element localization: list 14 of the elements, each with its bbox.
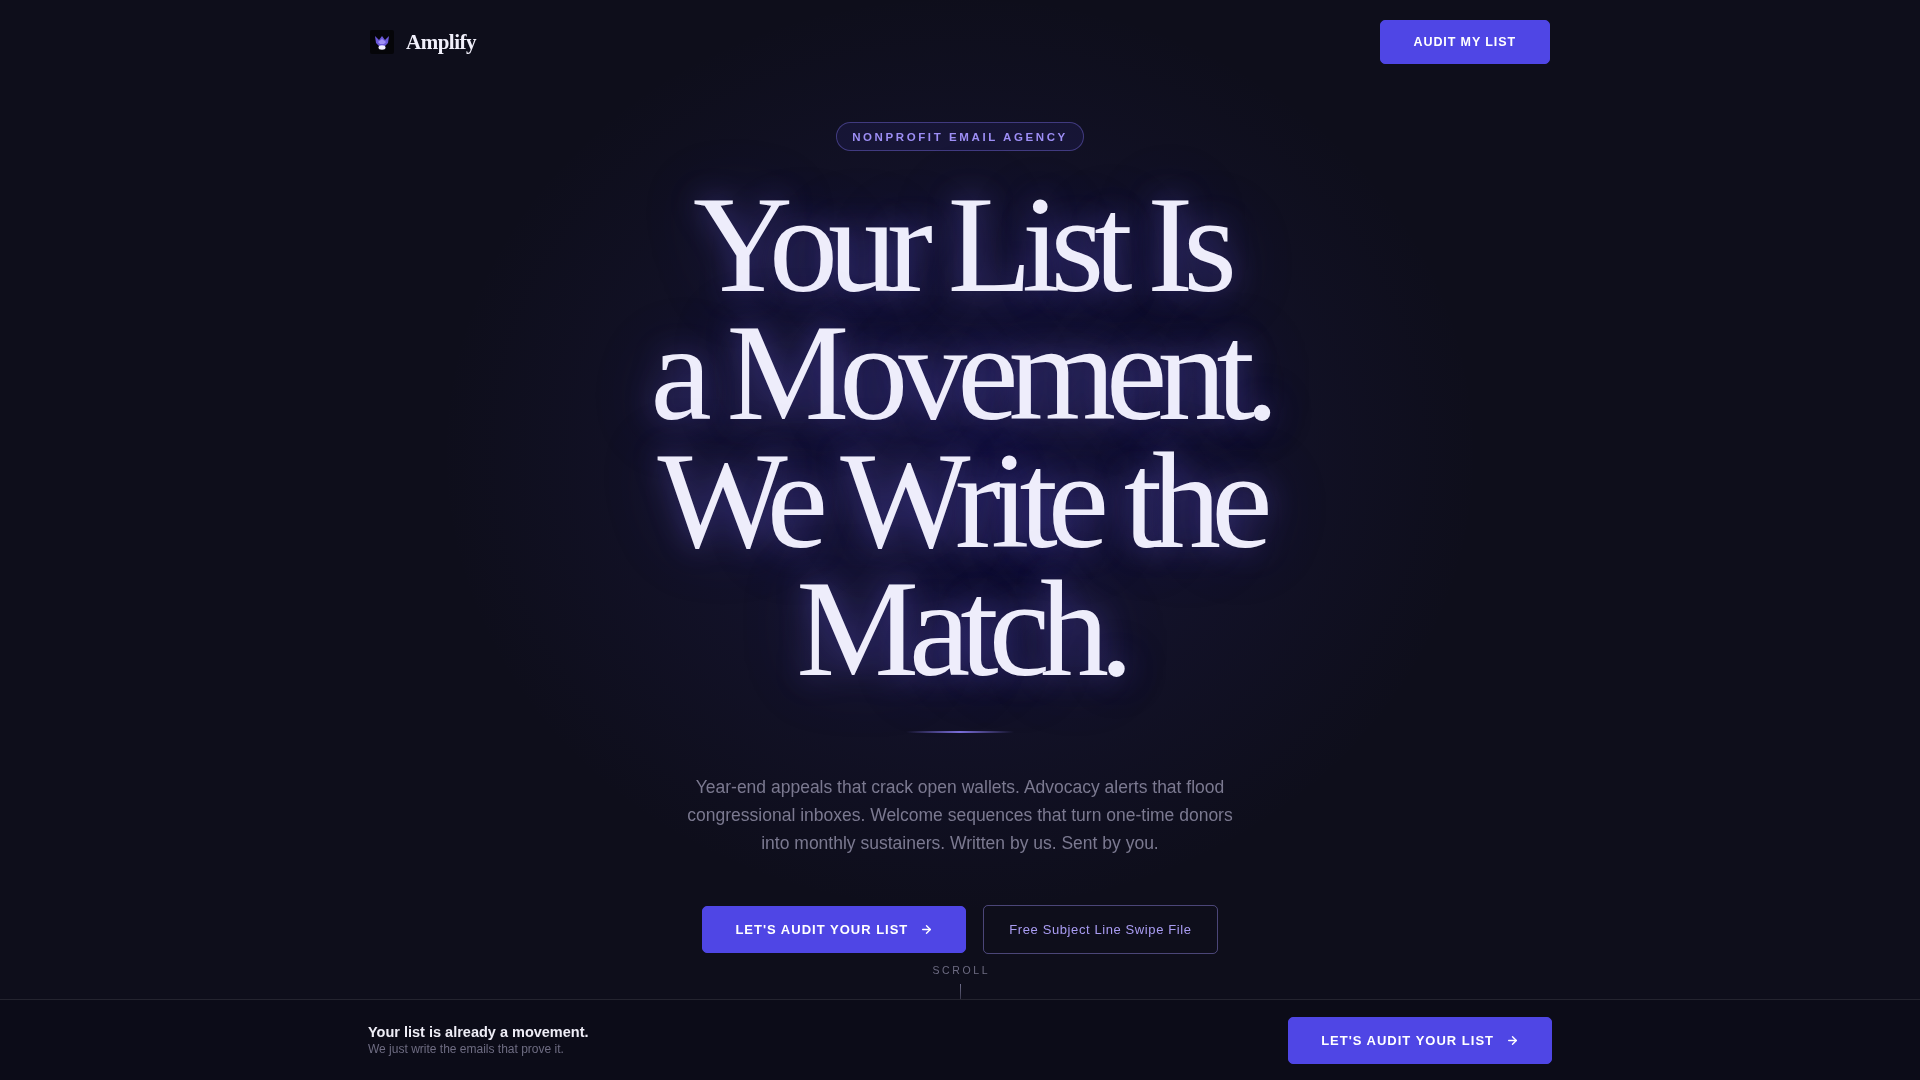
logo-icon xyxy=(370,30,394,54)
brand-name: Amplify xyxy=(406,29,476,55)
arrow-right-icon xyxy=(1506,1033,1519,1047)
arrow-right-icon xyxy=(920,923,934,936)
hero-headline: Your List Is a Movement. We Write the Match. xyxy=(650,181,1270,693)
hero-description: Year-end appeals that crack open wallets. Advocacy alerts that flood congressional inboxes. Welcome sequences that turn one-time donors into monthly sustainers. Written by us. Sent by you. xyxy=(686,776,1234,855)
audit-list-button[interactable]: LET'S AUDIT YOUR LIST xyxy=(702,906,967,953)
scroll-hint: SCROLL xyxy=(931,964,991,976)
swipe-file-button[interactable]: Free Subject Line Swipe File xyxy=(983,905,1218,954)
bar-title: Your list is already a movement. xyxy=(368,1024,589,1040)
audit-button[interactable]: AUDIT MY LIST xyxy=(1379,20,1550,64)
category-badge: NONPROFIT EMAIL AGENCY xyxy=(836,122,1084,151)
audit-list-button[interactable]: LET'S AUDIT YOUR LIST xyxy=(1288,1016,1552,1064)
bar-subtitle: We just write the emails that prove it. xyxy=(368,1042,565,1056)
